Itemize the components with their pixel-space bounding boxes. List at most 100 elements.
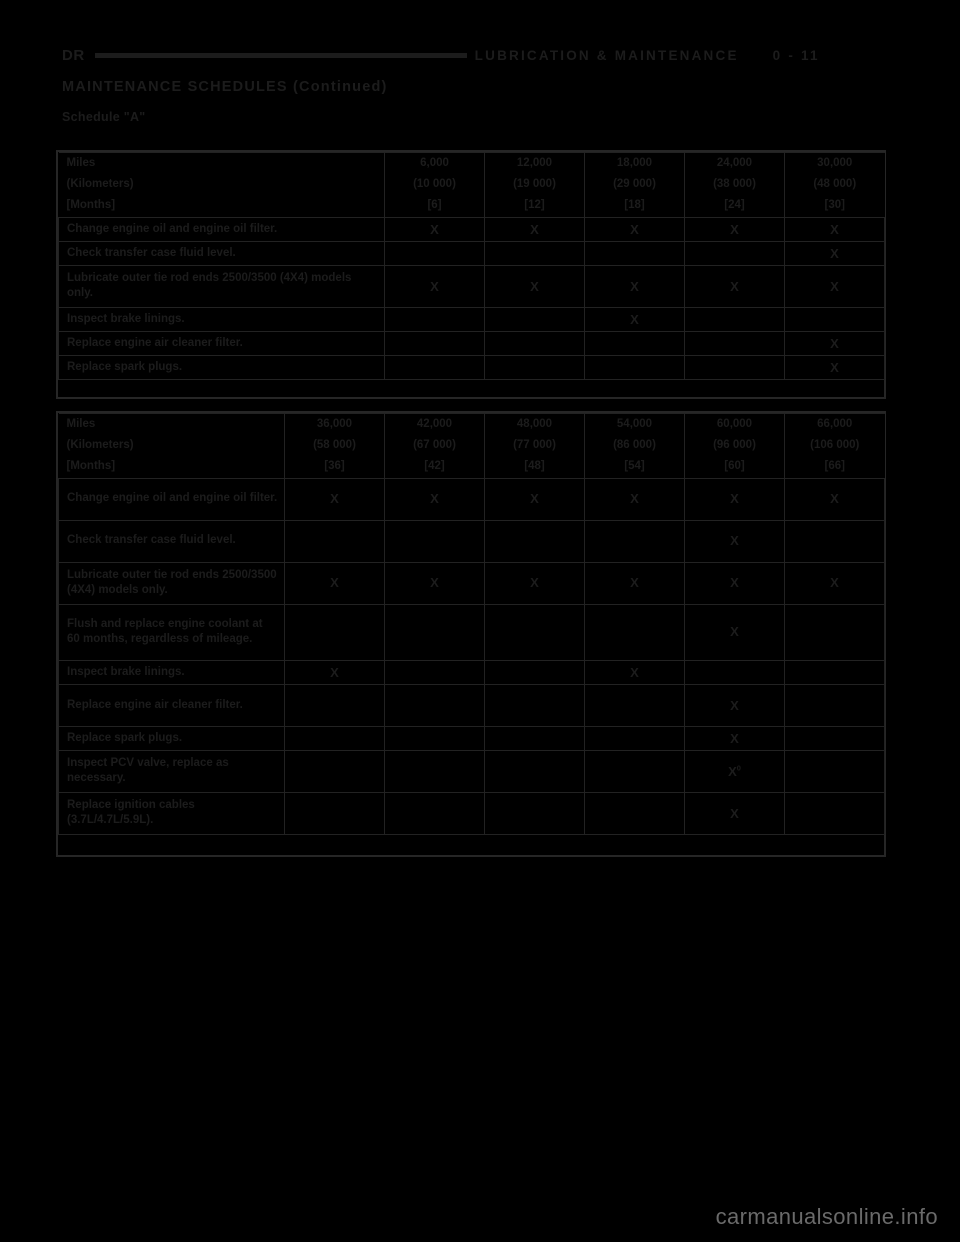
table-row: Replace spark plugs. X — [58, 725, 885, 751]
header-section-title: LUBRICATION & MAINTENANCE — [474, 47, 739, 63]
header-interval-months-3: [24] — [684, 195, 785, 218]
header-interval-kilometers-4: (48 000) — [813, 178, 857, 191]
header-interval-kilometers-5: (106 000) — [810, 439, 860, 452]
table-b-body: Miles 36,000 42,000 48,000 54,000 60,000 66,00… — [58, 413, 885, 835]
service-mark-cell — [484, 355, 585, 381]
service-mark-cell: X — [784, 264, 885, 308]
service-mark-cell — [284, 725, 385, 751]
header-interval-miles-2: 48,000 — [484, 413, 585, 436]
service-mark-cell — [684, 330, 785, 357]
header-row-miles: Miles 6,000 12,000 18,000 24,000 30,000 — [58, 152, 885, 175]
service-mark-cell: X — [484, 477, 585, 521]
service-mark-cell: X — [684, 683, 785, 727]
service-mark-cell: X — [584, 561, 685, 605]
maintenance-task-label: Replace engine air cleaner filter. — [58, 330, 385, 357]
service-mark-cell: X — [684, 791, 785, 835]
header-interval-miles-3: 54,000 — [584, 413, 685, 436]
service-mark-cell: X — [684, 725, 785, 751]
service-mark-cell — [784, 306, 885, 332]
header-interval-months-4: [60] — [684, 456, 785, 479]
service-mark-cell: X — [684, 519, 785, 563]
service-mark-cell — [484, 725, 585, 751]
footnote-marker: 0 — [736, 763, 741, 773]
schedule-subtitle: Schedule "A" — [62, 110, 146, 124]
service-mark-cell — [284, 603, 385, 661]
service-mark-cell: X — [484, 264, 585, 308]
watermark: carmanualsonline.info — [715, 1204, 938, 1229]
schedule-a-table-part2: Miles 36,000 42,000 48,000 54,000 60,000 66,00… — [58, 413, 885, 835]
table-row: Inspect brake linings. X X — [58, 659, 885, 685]
service-mark-cell: X — [384, 264, 485, 308]
service-mark-cell — [384, 683, 485, 727]
service-mark-cell — [384, 330, 485, 357]
service-mark-cell — [284, 519, 385, 563]
header-row-kilometers: (Kilometers) (58 000) (67 000) (77 000) (86 … — [58, 435, 885, 457]
table-row: Check transfer case fluid level. X — [58, 519, 885, 563]
table-row: Lubricate outer tie rod ends 2500/3500 (… — [58, 264, 885, 308]
table-a-body: Miles 6,000 12,000 18,000 24,000 30,000 (Kilom… — [58, 152, 885, 381]
service-mark-cell — [384, 725, 485, 751]
service-mark-cell — [584, 791, 685, 835]
service-mark-cell — [684, 355, 785, 381]
header-interval-miles-0: 36,000 — [284, 413, 385, 436]
service-mark-cell: X — [484, 561, 585, 605]
header-interval-miles-4: 30,000 — [784, 152, 885, 175]
maintenance-task-label: Change engine oil and engine oil filter. — [58, 477, 285, 521]
header-interval-months-2: [18] — [584, 195, 685, 218]
header-interval-months-1: [12] — [484, 195, 585, 218]
page-header: DR LUBRICATION & MAINTENANCE 0 - 11 — [62, 44, 880, 66]
header-interval-kilometers-2: (77 000) — [484, 435, 585, 457]
header-interval-months-0: [36] — [284, 456, 385, 479]
service-mark-cell: X — [784, 240, 885, 266]
service-mark-cell — [584, 749, 685, 793]
header-interval-kilometers-1: (67 000) — [384, 435, 485, 457]
table-row: Check transfer case fluid level. X — [58, 240, 885, 266]
service-mark-cell — [784, 791, 885, 835]
maintenance-task-label: Inspect PCV valve, replace as necessary. — [58, 749, 285, 793]
header-label-kilometers: (Kilometers) — [58, 174, 385, 196]
service-mark-cell: X — [284, 659, 385, 685]
service-mark-cell — [484, 519, 585, 563]
service-mark-cell — [784, 659, 885, 685]
header-label-months: [Months] — [58, 195, 385, 218]
header-interval-months-2: [48] — [484, 456, 585, 479]
header-interval-miles-2: 18,000 — [584, 152, 685, 175]
service-mark-cell — [584, 240, 685, 266]
service-mark-cell — [384, 240, 485, 266]
service-mark-cell — [584, 603, 685, 661]
service-mark-cell: X — [784, 330, 885, 357]
maintenance-task-label: Replace engine air cleaner filter. — [58, 683, 285, 727]
service-mark-cell: X — [584, 477, 685, 521]
service-mark-cell — [684, 306, 785, 332]
service-mark-cell — [284, 683, 385, 727]
table-row: Change engine oil and engine oil filter.… — [58, 477, 885, 521]
table-row: Inspect PCV valve, replace as necessary.… — [58, 749, 885, 793]
service-mark-cell: X — [384, 561, 485, 605]
service-mark-cell: X — [584, 264, 685, 308]
header-row-months: [Months] [36] [42] [48] [54] [60] [66] — [58, 456, 885, 479]
service-mark-cell: X — [784, 477, 885, 521]
service-mark-cell — [484, 603, 585, 661]
service-mark-cell: X — [784, 561, 885, 605]
service-mark-cell: X — [384, 477, 485, 521]
manual-page: DR LUBRICATION & MAINTENANCE 0 - 11 MAIN… — [0, 0, 960, 1242]
service-mark-cell — [784, 725, 885, 751]
service-mark-cell: X — [684, 603, 785, 661]
header-row-kilometers: (Kilometers) (10 000) (19 000) (29 000) (38 … — [58, 174, 885, 196]
service-mark-cell — [784, 519, 885, 563]
service-mark-cell — [384, 519, 485, 563]
header-interval-months-5: [66] — [784, 456, 885, 479]
service-mark-cell — [384, 749, 485, 793]
service-mark-cell — [584, 725, 685, 751]
service-mark-cell: X — [284, 477, 385, 521]
header-vehicle-code: DR — [62, 46, 85, 64]
service-mark-cell: X — [484, 216, 585, 242]
header-interval-miles-4: 60,000 — [684, 413, 785, 436]
page-title: MAINTENANCE SCHEDULES (Continued) — [62, 79, 388, 95]
service-mark-cell: X — [684, 216, 785, 242]
header-interval-months-3: [54] — [584, 456, 685, 479]
maintenance-task-label: Replace spark plugs. — [58, 355, 385, 381]
service-mark-cell — [684, 659, 785, 685]
service-mark-cell — [384, 306, 485, 332]
service-mark-cell — [584, 330, 685, 357]
